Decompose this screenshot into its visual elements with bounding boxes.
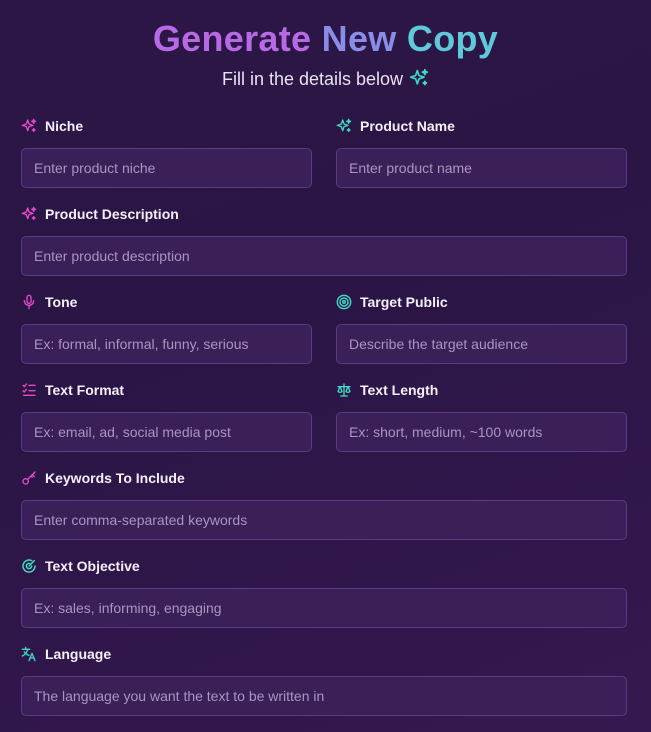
tone-input[interactable] [21, 324, 312, 364]
page-subtitle: Fill in the details below [0, 68, 651, 90]
key-icon [21, 470, 37, 486]
product-name-label-row: Product Name [336, 116, 627, 136]
sparkles-icon [21, 206, 37, 222]
target-icon [336, 294, 352, 310]
objective-field: Text Objective [21, 556, 627, 628]
tone-label-row: Tone [21, 292, 312, 312]
product-description-field: Product Description [21, 204, 627, 276]
title-word-3: Copy [406, 18, 499, 59]
goal-icon [21, 558, 37, 574]
text-format-field: Text Format [21, 380, 312, 452]
translate-icon [21, 646, 37, 662]
checklist-icon [21, 382, 37, 398]
language-label: Language [45, 646, 112, 662]
generate-copy-form: Generate New Copy Fill in the details be… [0, 0, 651, 732]
page-title: Generate New Copy [0, 18, 651, 60]
language-field: Language [21, 644, 627, 716]
product-name-field: Product Name [336, 116, 627, 188]
microphone-icon [21, 294, 37, 310]
scale-icon [336, 382, 352, 398]
tone-label: Tone [45, 294, 78, 310]
niche-label-row: Niche [21, 116, 312, 136]
language-input[interactable] [21, 676, 627, 716]
target-public-label: Target Public [360, 294, 448, 310]
sparkles-icon [409, 68, 429, 86]
sparkles-icon [336, 118, 352, 134]
text-format-label-row: Text Format [21, 380, 312, 400]
keywords-input[interactable] [21, 500, 627, 540]
text-length-label-row: Text Length [336, 380, 627, 400]
text-length-label: Text Length [360, 382, 439, 398]
target-public-label-row: Target Public [336, 292, 627, 312]
subtitle-text: Fill in the details below [221, 69, 404, 89]
objective-label-row: Text Objective [21, 556, 627, 576]
product-description-label-row: Product Description [21, 204, 627, 224]
product-name-input[interactable] [336, 148, 627, 188]
keywords-label: Keywords To Include [45, 470, 185, 486]
language-label-row: Language [21, 644, 627, 664]
title-word-1: Generate [152, 18, 312, 59]
sparkles-icon [21, 118, 37, 134]
text-format-label: Text Format [45, 382, 125, 398]
text-length-field: Text Length [336, 380, 627, 452]
product-description-label: Product Description [45, 206, 179, 222]
product-description-input[interactable] [21, 236, 627, 276]
keywords-field: Keywords To Include [21, 468, 627, 540]
objective-label: Text Objective [45, 558, 140, 574]
target-public-field: Target Public [336, 292, 627, 364]
text-format-input[interactable] [21, 412, 312, 452]
niche-label: Niche [45, 118, 84, 134]
niche-input[interactable] [21, 148, 312, 188]
keywords-label-row: Keywords To Include [21, 468, 627, 488]
objective-input[interactable] [21, 588, 627, 628]
text-length-input[interactable] [336, 412, 627, 452]
product-name-label: Product Name [360, 118, 455, 134]
niche-field: Niche [21, 116, 312, 188]
tone-field: Tone [21, 292, 312, 364]
title-word-2: New [321, 18, 397, 59]
target-public-input[interactable] [336, 324, 627, 364]
